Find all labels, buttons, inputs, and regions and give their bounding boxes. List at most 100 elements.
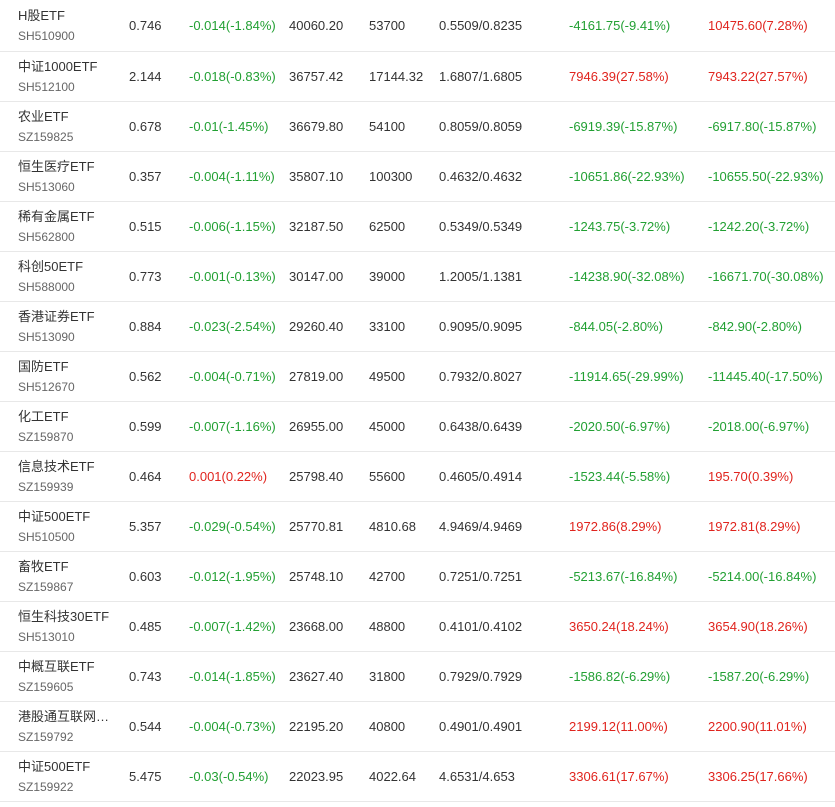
etf-name-link[interactable]: 恒生科技30ETF xyxy=(18,608,109,626)
shares-cell: 100300 xyxy=(369,169,413,184)
etf-name-link[interactable]: 国防ETF xyxy=(18,358,69,376)
table-row[interactable]: H股ETF SH510900 0.746 -0.014(-1.84%) 4006… xyxy=(0,0,835,52)
scale-cell: 29260.40 xyxy=(289,319,344,334)
table-row[interactable]: 化工ETF SZ159870 0.599 -0.007(-1.16%) 2695… xyxy=(0,402,835,452)
etf-name-link[interactable]: 港股通互联网… xyxy=(18,708,109,726)
etf-name-cell: 科创50ETF SH588000 xyxy=(18,252,114,301)
shares-cell: 54100 xyxy=(369,119,406,134)
change-cell: -0.01(-1.45%) xyxy=(189,119,269,134)
etf-name-link[interactable]: 信息技术ETF xyxy=(18,458,95,476)
scale-cell: 36757.42 xyxy=(289,69,344,84)
table-row[interactable]: 恒生科技30ETF SH513010 0.485 -0.007(-1.42%) … xyxy=(0,602,835,652)
price-cell: 0.743 xyxy=(129,669,162,684)
etf-code: SZ159792 xyxy=(18,729,74,744)
price-cell: 0.357 xyxy=(129,169,162,184)
flow-cell-1: -1523.44(-5.58%) xyxy=(569,469,671,484)
flow-cell-1: -6919.39(-15.87%) xyxy=(569,119,678,134)
flow-cell-2: -842.90(-2.80%) xyxy=(708,319,802,334)
flow-cell-1: -5213.67(-16.84%) xyxy=(569,569,678,584)
shares-cell: 62500 xyxy=(369,219,406,234)
nav-cell: 0.7929/0.7929 xyxy=(439,669,523,684)
flow-cell-2: -2018.00(-6.97%) xyxy=(708,419,810,434)
flow-cell-1: 3650.24(18.24%) xyxy=(569,619,669,634)
table-row[interactable]: 中证1000ETF SH512100 2.144 -0.018(-0.83%) … xyxy=(0,52,835,102)
shares-cell: 49500 xyxy=(369,369,406,384)
change-cell: -0.004(-0.71%) xyxy=(189,369,276,384)
table-row[interactable]: 中证500ETF SH510500 5.357 -0.029(-0.54%) 2… xyxy=(0,502,835,552)
scale-cell: 27819.00 xyxy=(289,369,344,384)
etf-name-link[interactable]: H股ETF xyxy=(18,7,65,25)
flow-cell-1: -2020.50(-6.97%) xyxy=(569,419,671,434)
change-cell: 0.001(0.22%) xyxy=(189,469,268,484)
flow-cell-2: 195.70(0.39%) xyxy=(708,469,794,484)
etf-code: SH510500 xyxy=(18,529,75,544)
etf-name-cell: H股ETF SH510900 xyxy=(18,0,114,51)
etf-name-link[interactable]: 中证500ETF xyxy=(18,508,90,526)
table-row[interactable]: 香港证券ETF SH513090 0.884 -0.023(-2.54%) 29… xyxy=(0,302,835,352)
etf-name-link[interactable]: 化工ETF xyxy=(18,408,69,426)
scale-cell: 26955.00 xyxy=(289,419,344,434)
nav-cell: 1.2005/1.1381 xyxy=(439,269,523,284)
price-cell: 0.678 xyxy=(129,119,162,134)
shares-cell: 42700 xyxy=(369,569,406,584)
flow-cell-1: -1586.82(-6.29%) xyxy=(569,669,671,684)
flow-cell-2: 2200.90(11.01%) xyxy=(708,719,807,734)
etf-name-link[interactable]: 中证1000ETF xyxy=(18,58,97,76)
etf-name-cell: 中证500ETF SH510500 xyxy=(18,502,114,551)
etf-name-link[interactable]: 科创50ETF xyxy=(18,258,83,276)
price-cell: 0.603 xyxy=(129,569,162,584)
price-cell: 0.544 xyxy=(129,719,162,734)
flow-cell-2: -6917.80(-15.87%) xyxy=(708,119,817,134)
etf-code: SH512100 xyxy=(18,79,75,94)
table-row[interactable]: 农业ETF SZ159825 0.678 -0.01(-1.45%) 36679… xyxy=(0,102,835,152)
nav-cell: 0.4632/0.4632 xyxy=(439,169,523,184)
etf-name-link[interactable]: 恒生医疗ETF xyxy=(18,158,95,176)
flow-cell-1: 1972.86(8.29%) xyxy=(569,519,662,534)
table-row[interactable]: 稀有金属ETF SH562800 0.515 -0.006(-1.15%) 32… xyxy=(0,202,835,252)
nav-cell: 0.8059/0.8059 xyxy=(439,119,523,134)
etf-name-link[interactable]: 畜牧ETF xyxy=(18,558,69,576)
etf-name-link[interactable]: 中证500ETF xyxy=(18,758,90,776)
nav-cell: 4.9469/4.9469 xyxy=(439,519,523,534)
etf-name-cell: 国防ETF SH512670 xyxy=(18,352,114,401)
flow-cell-2: -16671.70(-30.08%) xyxy=(708,269,824,284)
scale-cell: 25748.10 xyxy=(289,569,344,584)
shares-cell: 55600 xyxy=(369,469,406,484)
etf-name-link[interactable]: 农业ETF xyxy=(18,108,69,126)
flow-cell-2: 7943.22(27.57%) xyxy=(708,69,808,84)
shares-cell: 48800 xyxy=(369,619,406,634)
price-cell: 0.884 xyxy=(129,319,162,334)
scale-cell: 22023.95 xyxy=(289,769,344,784)
scale-cell: 25798.40 xyxy=(289,469,344,484)
flow-cell-1: -844.05(-2.80%) xyxy=(569,319,663,334)
etf-name-link[interactable]: 香港证券ETF xyxy=(18,308,95,326)
etf-code: SZ159867 xyxy=(18,579,74,594)
price-cell: 0.485 xyxy=(129,619,162,634)
shares-cell: 39000 xyxy=(369,269,406,284)
etf-code: SZ159605 xyxy=(18,679,74,694)
price-cell: 0.773 xyxy=(129,269,162,284)
change-cell: -0.014(-1.84%) xyxy=(189,18,276,33)
etf-name-link[interactable]: 中概互联ETF xyxy=(18,658,95,676)
shares-cell: 31800 xyxy=(369,669,406,684)
table-row[interactable]: 科创50ETF SH588000 0.773 -0.001(-0.13%) 30… xyxy=(0,252,835,302)
table-row[interactable]: 恒生医疗ETF SH513060 0.357 -0.004(-1.11%) 35… xyxy=(0,152,835,202)
flow-cell-2: -11445.40(-17.50%) xyxy=(708,369,823,384)
nav-cell: 0.5349/0.5349 xyxy=(439,219,523,234)
table-row[interactable]: 港股通互联网… SZ159792 0.544 -0.004(-0.73%) 22… xyxy=(0,702,835,752)
table-row[interactable]: 畜牧ETF SZ159867 0.603 -0.012(-1.95%) 2574… xyxy=(0,552,835,602)
table-row[interactable]: 信息技术ETF SZ159939 0.464 0.001(0.22%) 2579… xyxy=(0,452,835,502)
scale-cell: 23627.40 xyxy=(289,669,344,684)
etf-name-cell: 恒生科技30ETF SH513010 xyxy=(18,602,114,651)
etf-name-cell: 港股通互联网… SZ159792 xyxy=(18,702,114,751)
etf-name-cell: 恒生医疗ETF SH513060 xyxy=(18,152,114,201)
nav-cell: 0.9095/0.9095 xyxy=(439,319,523,334)
shares-cell: 33100 xyxy=(369,319,406,334)
table-row[interactable]: 国防ETF SH512670 0.562 -0.004(-0.71%) 2781… xyxy=(0,352,835,402)
nav-cell: 0.4101/0.4102 xyxy=(439,619,523,634)
table-row[interactable]: 中证500ETF SZ159922 5.475 -0.03(-0.54%) 22… xyxy=(0,752,835,802)
table-row[interactable]: 中概互联ETF SZ159605 0.743 -0.014(-1.85%) 23… xyxy=(0,652,835,702)
etf-name-link[interactable]: 稀有金属ETF xyxy=(18,208,95,226)
nav-cell: 0.7932/0.8027 xyxy=(439,369,523,384)
etf-name-cell: 化工ETF SZ159870 xyxy=(18,402,114,451)
